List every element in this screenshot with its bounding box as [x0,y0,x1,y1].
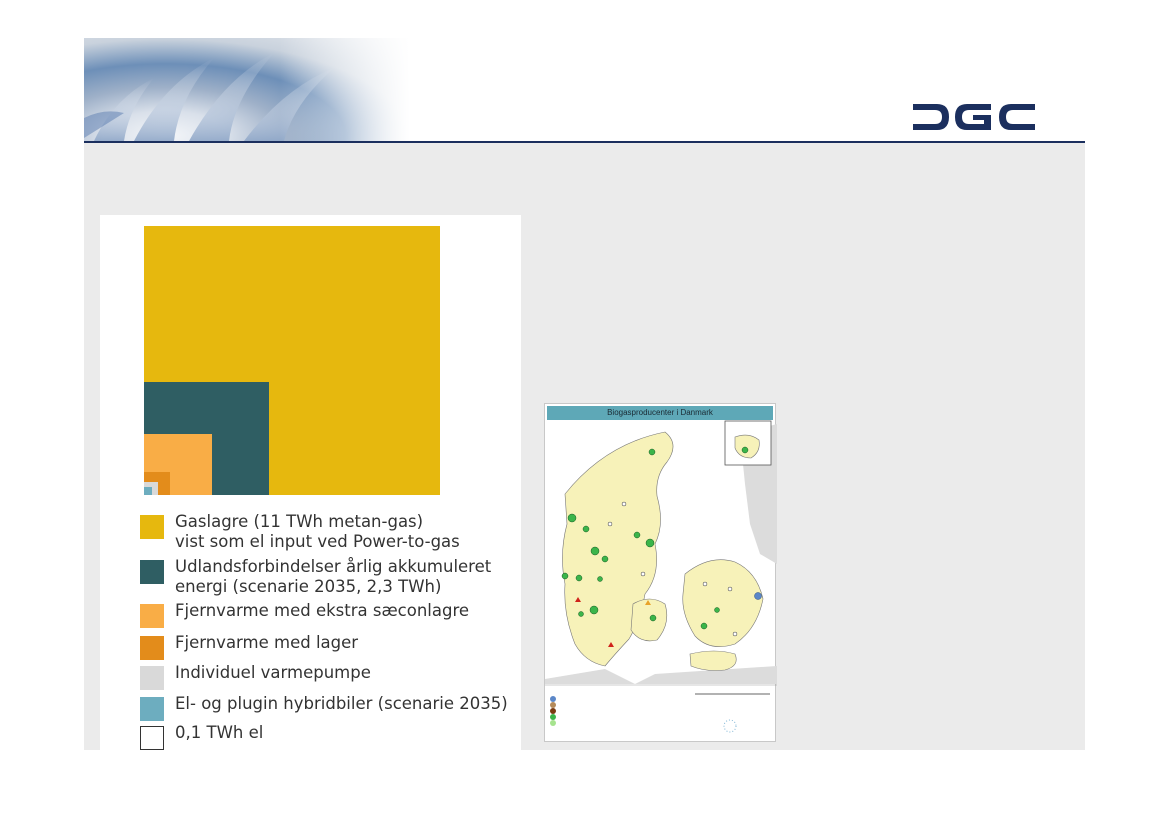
square-elbiler [144,487,152,495]
legend-swatch [140,515,164,539]
legend-label: Udlandsforbindelser årlig akkumuleret ene… [175,557,492,596]
map-title: Biogasproducenter i Danmark [547,406,773,420]
header-flame-photo [84,38,410,141]
biogas-map: Biogasproducenter i Danmark [544,403,777,742]
legend-label: El- og plugin hybridbiler (scenarie 2035… [175,694,508,713]
legend-swatch [140,560,164,584]
legend-label: Gaslagre (11 TWh metan-gas) vist som el i… [175,512,460,551]
legend-swatch [140,697,164,721]
legend-label: Fjernvarme med lager [175,633,359,652]
legend-label: Individuel varmepumpe [175,663,371,682]
lolland-shape [689,650,737,671]
legend-swatch [140,726,164,750]
dgc-logo [913,104,1035,130]
legend-label: Fjernvarme med ekstra sæconlagre [175,601,470,620]
funen-shape [630,598,668,642]
legend-swatch [140,636,164,660]
legend-swatch [140,604,164,628]
denmark-map-graphic [545,420,777,733]
legend-swatch [140,666,164,690]
legend-label: 0,1 TWh el [175,723,264,742]
zealand-shape [682,559,764,647]
energistyrelsen-crown-icon [723,719,737,733]
gas-flame-graphic [84,38,410,141]
